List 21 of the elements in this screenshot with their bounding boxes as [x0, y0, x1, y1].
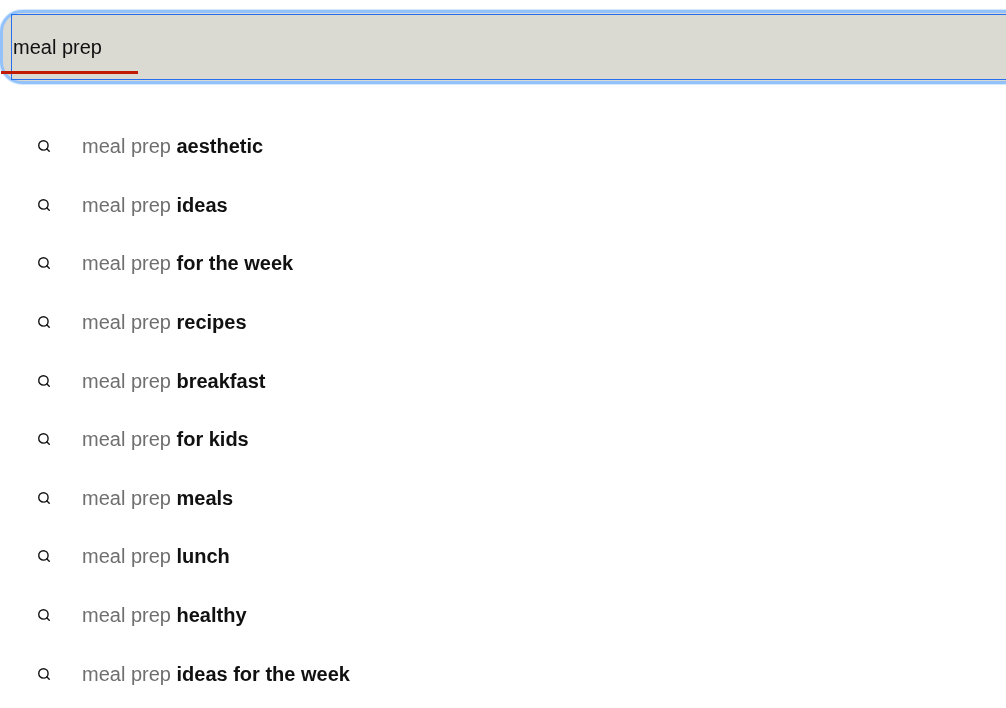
suggestion-item[interactable]: meal prep ideas for the week [0, 644, 1006, 703]
search-icon [37, 139, 51, 154]
suggestion-item[interactable]: meal prep ideas [0, 175, 1006, 235]
suggestion-item[interactable]: meal prep for the week [0, 234, 1006, 293]
search-icon [37, 373, 51, 388]
search-icon [37, 666, 51, 681]
suggestion-item[interactable]: meal prep meals [0, 468, 1006, 528]
search-field[interactable]: meal prep [0, 10, 1006, 84]
search-icon [37, 608, 51, 623]
search-icon [37, 315, 51, 330]
search-icon [37, 256, 51, 271]
suggestion-item[interactable]: meal prep healthy [0, 585, 1006, 645]
suggestion-item[interactable]: meal prep aesthetic [0, 117, 1006, 176]
suggestion-item[interactable]: meal prep for kids [0, 409, 1006, 469]
search-icon [37, 432, 51, 447]
search-icon [37, 197, 51, 212]
search-icon [37, 549, 51, 564]
suggestion-item[interactable]: meal prep lunch [0, 527, 1006, 586]
suggestion-item[interactable]: meal prep recipes [0, 292, 1006, 352]
search-icon [37, 490, 51, 505]
suggestion-item[interactable]: meal prep breakfast [0, 351, 1006, 410]
